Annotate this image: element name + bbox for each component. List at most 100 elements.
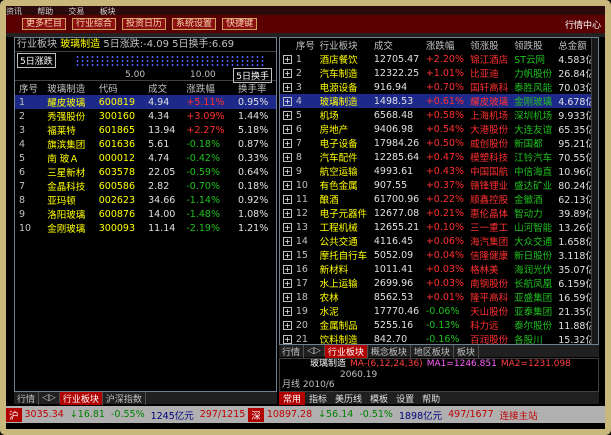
sector-row[interactable]: +10 有色金属 907.55 +0.37% 赣锋锂业 盛达矿业 80.24亿	[280, 178, 598, 192]
tab-concept[interactable]: 概念板块	[368, 344, 411, 358]
tab-region[interactable]: 地区板块	[411, 344, 454, 358]
tab-prev-arrow[interactable]: ◁▷	[304, 346, 325, 356]
expand-plus-icon[interactable]: +	[283, 166, 292, 176]
tab-quote-left[interactable]: 行情	[14, 391, 40, 405]
menu-settings[interactable]: 设置	[392, 392, 418, 405]
sector-row[interactable]: +11 酿酒 61700.96 +0.22% 顺鑫控股 金徽酒 62.13亿	[280, 192, 598, 206]
stock-row[interactable]: 2 秀强股份 300160 4.34 +3.09% 1.44%	[15, 109, 276, 124]
title-item[interactable]: 板块	[100, 7, 116, 15]
stock-row[interactable]: 8 亚玛顿 002623 34.66 -1.14% 0.92%	[15, 193, 276, 208]
menu-help[interactable]: 帮助	[418, 392, 444, 405]
tab-quote[interactable]: 行情	[279, 344, 305, 358]
sector-name: 工程机械	[319, 223, 358, 234]
stock-name: 洛阳玻璃	[47, 210, 86, 221]
expand-plus-icon[interactable]: +	[283, 208, 292, 218]
tab-sector[interactable]: 板块	[454, 344, 479, 358]
stock-change: -0.18%	[186, 138, 220, 150]
row-number: 16	[295, 263, 308, 275]
five-day-change-tag[interactable]: 5日涨跌	[17, 53, 56, 68]
expand-plus-icon[interactable]: +	[283, 68, 292, 78]
menu-template[interactable]: 模板	[366, 392, 392, 405]
expand-plus-icon[interactable]: +	[283, 264, 292, 274]
expand-plus-icon[interactable]: +	[283, 124, 292, 134]
sector-row[interactable]: +2 汽车制造 12322.25 +1.01% 比亚迪 力帆股份 26.84亿	[280, 66, 598, 80]
menu-fibonacci[interactable]: 美历线	[331, 392, 366, 405]
expand-cell: +	[280, 122, 293, 136]
stock-code: 601636	[98, 138, 135, 150]
system-settings-button[interactable]: 系统设置	[172, 18, 217, 30]
row-number: 19	[295, 305, 308, 317]
sector-row[interactable]: +1 酒店餐饮 12705.47 +2.20% 锦江酒店 ST云网 4.583亿	[280, 52, 598, 66]
sector-row[interactable]: +12 电子元器件 12677.08 +0.21% 惠伦晶体 智动力 39.89亿	[280, 206, 598, 220]
stock-row[interactable]: 3 福莱特 601865 13.94 +2.27% 5.18%	[15, 123, 276, 138]
connection-status[interactable]: 连接主站	[497, 408, 541, 422]
expand-plus-icon[interactable]: +	[283, 138, 292, 148]
sector-row[interactable]: +3 电源设备 916.94 +0.70% 国轩高科 泰胜风能 70.03亿	[280, 80, 598, 94]
stock-row[interactable]: 9 洛阳玻璃 600876 14.00 -1.48% 1.08%	[15, 207, 276, 222]
sector-row[interactable]: +6 房地产 9406.98 +0.54% 大港股份 大连友谊 65.35亿	[280, 122, 598, 136]
expand-plus-icon[interactable]: +	[283, 250, 292, 260]
expand-plus-icon[interactable]: +	[283, 180, 292, 190]
expand-plus-icon[interactable]: +	[283, 96, 292, 106]
title-item[interactable]: 帮助	[37, 7, 53, 15]
leading-loser: 海润光伏	[514, 265, 553, 276]
sector-row[interactable]: +17 水上运输 2699.96 +0.03% 南钢股份 长航凤凰 6.159亿	[280, 276, 598, 290]
industry-overview-button[interactable]: 行业综合	[72, 18, 117, 30]
expand-plus-icon[interactable]: +	[283, 152, 292, 162]
tab-index[interactable]: 沪深指数	[103, 391, 146, 405]
stock-code: 600819	[94, 95, 145, 109]
stock-row[interactable]: 7 金晶科技 600586 2.82 -0.70% 0.18%	[15, 179, 276, 194]
sector-row[interactable]: +18 农林 8562.53 +0.01% 隆平高科 亚盛集团 16.59亿	[280, 290, 598, 304]
leading-loser: ST云网	[514, 55, 546, 66]
row-number: 5	[295, 109, 302, 121]
more-columns-button[interactable]: 更多栏目	[22, 18, 67, 30]
title-item[interactable]: 交易	[68, 7, 84, 15]
menu-indicator[interactable]: 指标	[305, 392, 331, 405]
expand-plus-icon[interactable]: +	[283, 110, 292, 120]
expand-plus-icon[interactable]: +	[283, 236, 292, 246]
vertical-scrollbar[interactable]	[591, 38, 598, 344]
stock-row[interactable]: 5 南 玻Ａ 000012 4.74 -0.42% 0.33%	[15, 151, 276, 166]
sector-row[interactable]: +20 金属制品 5255.16 -0.13% 科力远 泰尔股份 11.88亿	[280, 318, 598, 332]
stock-row[interactable]: 4 旗滨集团 601636 5.61 -0.18% 0.87%	[15, 137, 276, 152]
sector-row[interactable]: +19 水泥 17770.46 -0.06% 天山股份 亚泰集团 21.35亿	[280, 304, 598, 318]
title-item[interactable]: 资讯	[6, 7, 22, 15]
sector-row[interactable]: +8 汽车配件 12285.64 +0.47% 模塑科技 江铃汽车 70.55亿	[280, 150, 598, 164]
tab-industry-left[interactable]: 行业板块	[59, 391, 103, 405]
sector-change: -0.16%	[425, 333, 460, 345]
sector-name: 玻璃制造	[60, 39, 101, 50]
sector-volume: 5255.16	[373, 319, 414, 331]
investment-calendar-button[interactable]: 投资日历	[122, 18, 167, 30]
expand-plus-icon[interactable]: +	[283, 194, 292, 204]
sector-row[interactable]: +7 电子设备 17984.26 +0.50% 威创股份 新国都 95.21亿	[280, 136, 598, 150]
menu-common[interactable]: 常用	[279, 391, 306, 405]
expand-plus-icon[interactable]: +	[283, 320, 292, 330]
sector-row[interactable]: +16 新材料 1011.41 +0.03% 格林美 海润光伏 35.07亿	[280, 262, 598, 276]
sector-row[interactable]: +4 玻璃制造 1498.53 +0.61% 耀皮玻璃 金刚玻璃 4.678亿	[280, 94, 598, 108]
sector-row[interactable]: +15 摩托自行车 5052.09 +0.04% 信隆健康 新日股份 3.118亿	[280, 248, 598, 262]
sector-row[interactable]: +5 机场 6568.48 +0.58% 上海机场 深圳机场 9.933亿	[280, 108, 598, 122]
expand-plus-icon[interactable]: +	[283, 278, 292, 288]
expand-cell: +	[280, 318, 293, 332]
expand-plus-icon[interactable]: +	[283, 292, 292, 302]
stock-change: -1.14%	[186, 194, 220, 206]
expand-cell: +	[280, 94, 293, 108]
expand-plus-icon[interactable]: +	[283, 306, 292, 316]
shortcut-button[interactable]: 快捷键	[222, 18, 258, 30]
sector-row[interactable]: +21 饮料制造 842.70 -0.16% 百润股份 各股川 15.32亿	[280, 332, 598, 345]
sector-row[interactable]: +14 公共交通 4116.45 +0.06% 海汽集团 大众交通 1.658亿	[280, 234, 598, 248]
expand-plus-icon[interactable]: +	[283, 54, 292, 64]
stock-row[interactable]: 1 耀皮玻璃 600819 4.94 +5.11% 0.95%	[15, 95, 276, 109]
expand-plus-icon[interactable]: +	[283, 82, 292, 92]
quote-center-link[interactable]: 行情中心	[565, 18, 601, 31]
column-header: 涨跌幅	[186, 84, 215, 95]
stock-row[interactable]: 6 三星新材 603578 22.05 -0.59% 0.64%	[15, 165, 276, 180]
tab-nav-arrows[interactable]: ◁▷	[39, 393, 60, 403]
tab-industry[interactable]: 行业板块	[324, 344, 368, 358]
five-day-turnover-tag[interactable]: 5日换手	[233, 68, 272, 83]
sector-row[interactable]: +9 航空运输 4993.61 +0.43% 中国国航 中信海直 10.96亿	[280, 164, 598, 178]
expand-plus-icon[interactable]: +	[283, 334, 292, 344]
stock-row[interactable]: 10 金刚玻璃 300093 11.14 -2.19% 1.21%	[15, 221, 276, 236]
sector-row[interactable]: +13 工程机械 12655.21 +0.10% 三一重工 山河智能 13.26亿	[280, 220, 598, 234]
expand-plus-icon[interactable]: +	[283, 222, 292, 232]
